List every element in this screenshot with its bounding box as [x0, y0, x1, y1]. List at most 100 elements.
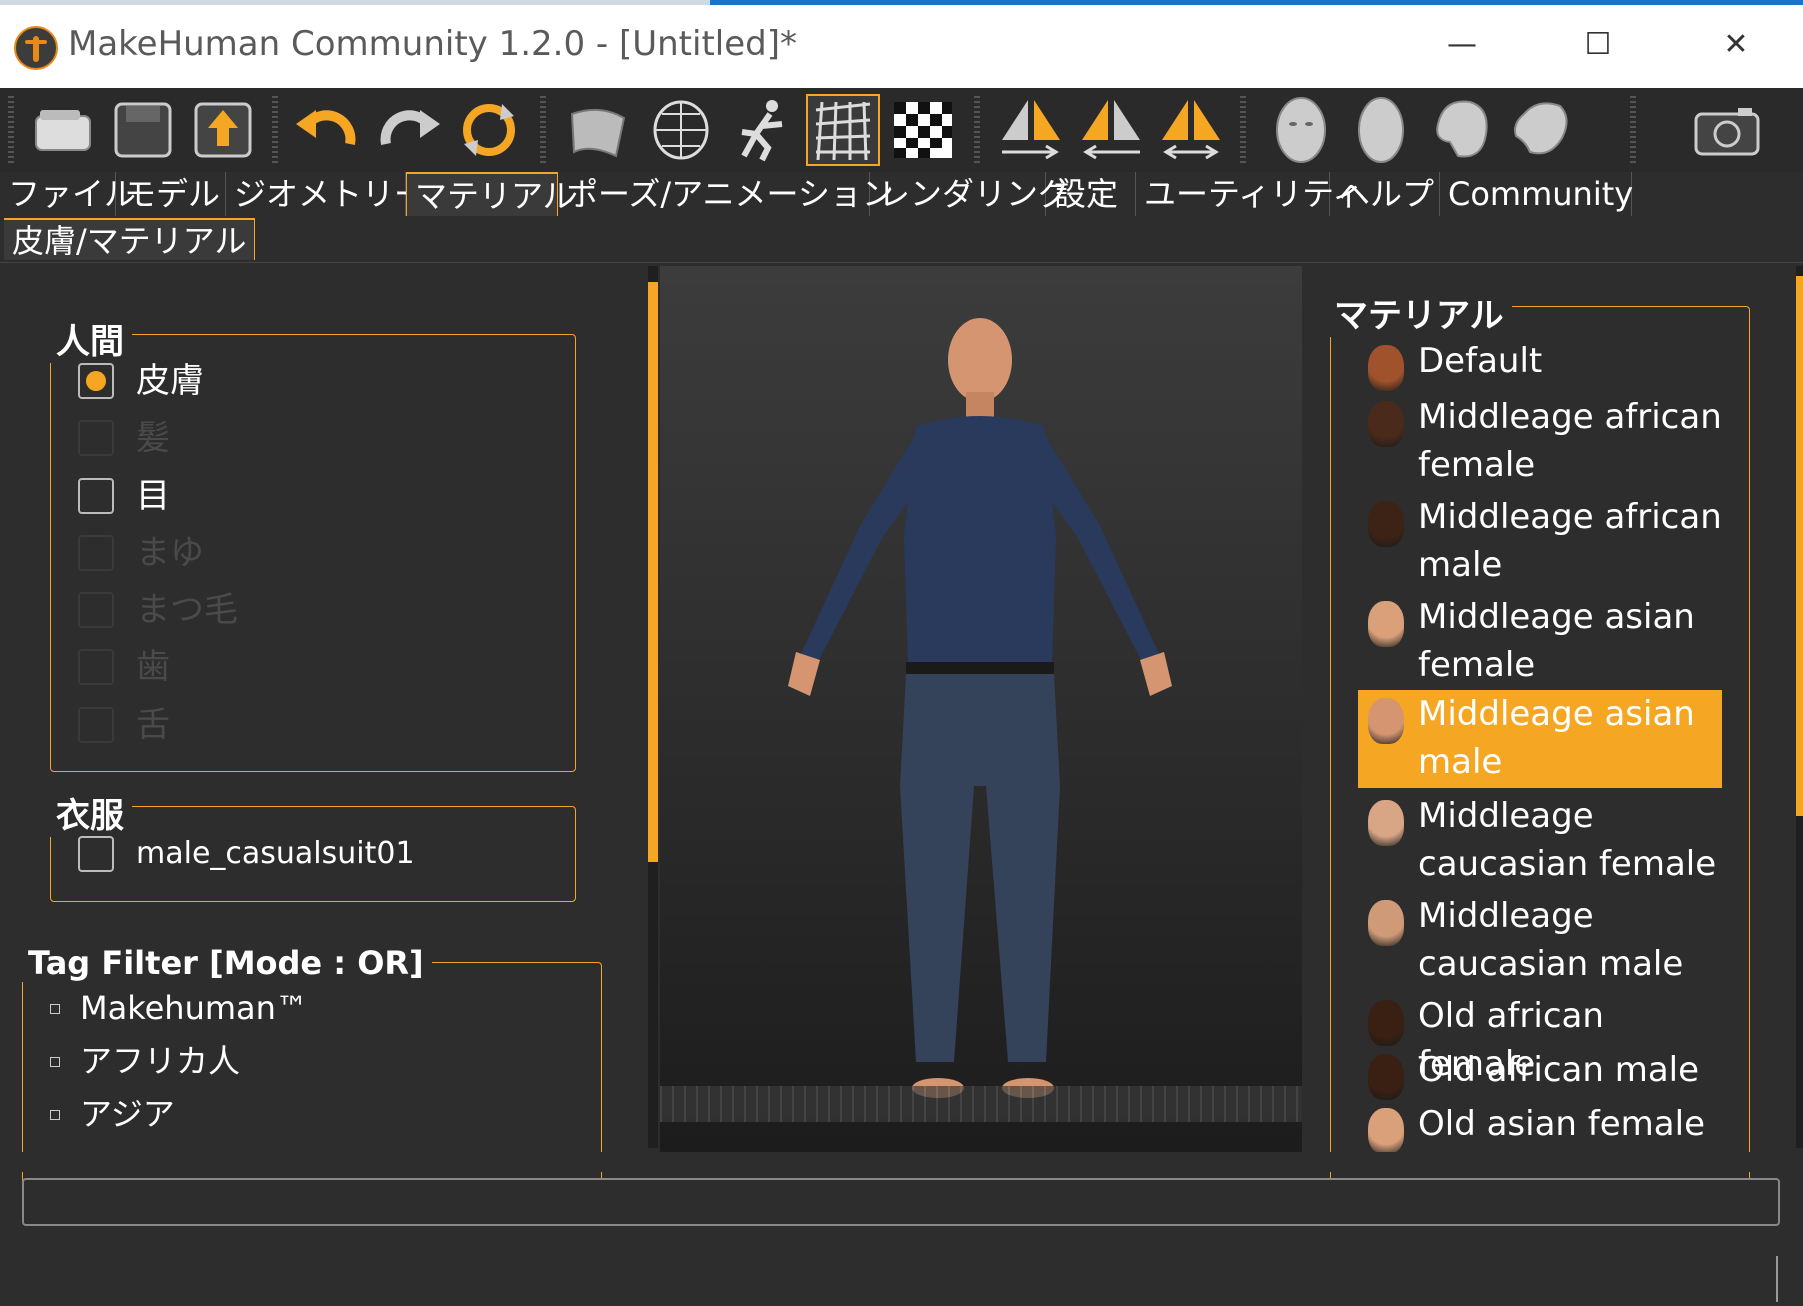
left-panel-scrollbar[interactable] — [648, 266, 658, 1148]
checkbox[interactable] — [50, 1057, 60, 1067]
skin-thumbnail-icon — [1368, 698, 1404, 744]
checkbox — [78, 707, 114, 743]
symmetry-left-icon[interactable] — [1074, 94, 1148, 166]
top-view-icon[interactable] — [1424, 94, 1498, 166]
material-label: Middleage asian male — [1418, 694, 1695, 782]
human-model — [788, 318, 1172, 1098]
tab-settings[interactable]: 設定 — [1046, 172, 1136, 216]
side-view-icon[interactable] — [1344, 94, 1418, 166]
material-list-item[interactable]: Middleage african male — [1358, 493, 1722, 591]
toolbar — [0, 88, 1803, 172]
floor-grid — [660, 1086, 1302, 1122]
toolbar-grip[interactable] — [974, 96, 980, 164]
skin-thumbnail-icon — [1368, 800, 1404, 846]
sub-tab-bar: 皮膚/マテリアル — [0, 216, 1803, 263]
skin-thumbnail-icon — [1368, 900, 1404, 946]
smooth-icon[interactable] — [560, 94, 634, 166]
material-list-item[interactable]: Middleage asian female — [1358, 593, 1722, 691]
checkbox[interactable] — [78, 836, 114, 872]
grid-icon[interactable] — [806, 94, 880, 166]
close-button[interactable]: ✕ — [1696, 20, 1776, 70]
status-text-field — [22, 1178, 1780, 1226]
material-list-item[interactable]: Default — [1358, 337, 1722, 391]
toolbar-grip[interactable] — [8, 96, 14, 164]
material-list-item[interactable]: Middleage asian male — [1358, 690, 1722, 788]
maximize-button[interactable]: ☐ — [1558, 20, 1638, 70]
resize-grip[interactable] — [1776, 1256, 1778, 1302]
minimize-button[interactable]: — — [1422, 20, 1502, 70]
material-label: Old african male — [1418, 1050, 1700, 1090]
open-file-icon[interactable] — [26, 94, 100, 166]
material-list-item[interactable]: Middleage african female — [1358, 393, 1722, 491]
tab-community[interactable]: Community — [1440, 172, 1633, 216]
material-list-item[interactable]: Old african male — [1358, 1046, 1722, 1100]
clothes-group-title: 衣服 — [48, 788, 132, 837]
toolbar-grip[interactable] — [1240, 96, 1246, 164]
material-list-item[interactable]: Middleage caucasian male — [1358, 892, 1722, 990]
human-group-title: 人間 — [48, 314, 132, 363]
checkbox[interactable] — [50, 1004, 60, 1014]
skin-thumbnail-icon — [1368, 601, 1404, 647]
export-icon[interactable] — [186, 94, 260, 166]
skin-thumbnail-icon — [1368, 401, 1404, 447]
material-group-title: マテリアル — [1326, 288, 1512, 337]
skin-thumbnail-icon — [1368, 1108, 1404, 1154]
skin-thumbnail-icon — [1368, 345, 1404, 391]
material-list-item[interactable]: Old asian female — [1358, 1100, 1722, 1154]
checkbox — [78, 649, 114, 685]
scrollbar-thumb[interactable] — [648, 282, 658, 862]
material-label: Middleage african female — [1418, 397, 1722, 485]
right-panel-clip — [1310, 1152, 1796, 1172]
makehuman-logo-icon — [14, 26, 58, 70]
checkbox[interactable] — [78, 478, 114, 514]
main-tab-bar: ファイル モデル ジオメトリー マテリアル ポーズ/アニメーション レンダリング… — [0, 172, 1803, 216]
reset-icon[interactable] — [452, 94, 526, 166]
material-label: Middleage african male — [1418, 497, 1722, 585]
radio-button[interactable] — [78, 363, 114, 399]
skin-thumbnail-icon — [1368, 1054, 1404, 1100]
tab-file[interactable]: ファイル — [0, 172, 136, 216]
taskbar-strip — [0, 0, 1803, 5]
wireframe-icon[interactable] — [644, 94, 718, 166]
toolbar-grip[interactable] — [272, 96, 278, 164]
symmetry-icon[interactable] — [1154, 94, 1228, 166]
tab-pose-animation[interactable]: ポーズ/アニメーション — [558, 172, 894, 216]
tab-material[interactable]: マテリアル — [406, 172, 575, 216]
material-list-item[interactable]: Middleage caucasian female — [1358, 792, 1722, 890]
symmetry-right-icon[interactable] — [994, 94, 1068, 166]
tab-rendering[interactable]: レンダリング — [870, 172, 1070, 216]
scrollbar-thumb[interactable] — [1796, 276, 1803, 816]
toolbar-grip[interactable] — [540, 96, 546, 164]
checkbox — [78, 420, 114, 456]
toolbar-grip[interactable] — [1630, 96, 1636, 164]
material-list-item[interactable]: Old african female — [1358, 992, 1722, 1084]
checkbox — [78, 535, 114, 571]
checkbox[interactable] — [50, 1110, 60, 1120]
undo-icon[interactable] — [290, 94, 364, 166]
screenshot-icon[interactable] — [1690, 94, 1764, 166]
skin-thumbnail-icon — [1368, 501, 1404, 547]
tag-filter-title: Tag Filter [Mode : OR] — [20, 944, 432, 982]
checkbox — [78, 592, 114, 628]
tab-help[interactable]: ヘルプ — [1330, 172, 1440, 216]
pose-icon[interactable] — [726, 94, 800, 166]
tab-utilities[interactable]: ユーティリティ — [1136, 172, 1364, 216]
skin-thumbnail-icon — [1368, 1000, 1404, 1046]
3d-viewport[interactable] — [660, 266, 1302, 1152]
front-view-icon[interactable] — [1264, 94, 1338, 166]
tab-skin-material[interactable]: 皮膚/マテリアル — [4, 218, 256, 260]
human-group — [50, 334, 576, 772]
material-label: Old asian female — [1418, 1104, 1705, 1144]
material-label: Default — [1418, 341, 1543, 381]
tab-model[interactable]: モデル — [116, 172, 226, 216]
tab-geometry[interactable]: ジオメトリー — [226, 172, 426, 216]
material-label: Middleage caucasian female — [1418, 796, 1717, 884]
material-label: Middleage caucasian male — [1418, 896, 1684, 984]
redo-icon[interactable] — [372, 94, 446, 166]
three-quarter-view-icon[interactable] — [1504, 94, 1578, 166]
material-list-scrollbar[interactable] — [1796, 266, 1803, 1148]
save-icon[interactable] — [106, 94, 180, 166]
material-label: Middleage asian female — [1418, 597, 1695, 685]
left-panel-clip — [0, 1152, 640, 1172]
background-checker-icon[interactable] — [886, 94, 960, 166]
